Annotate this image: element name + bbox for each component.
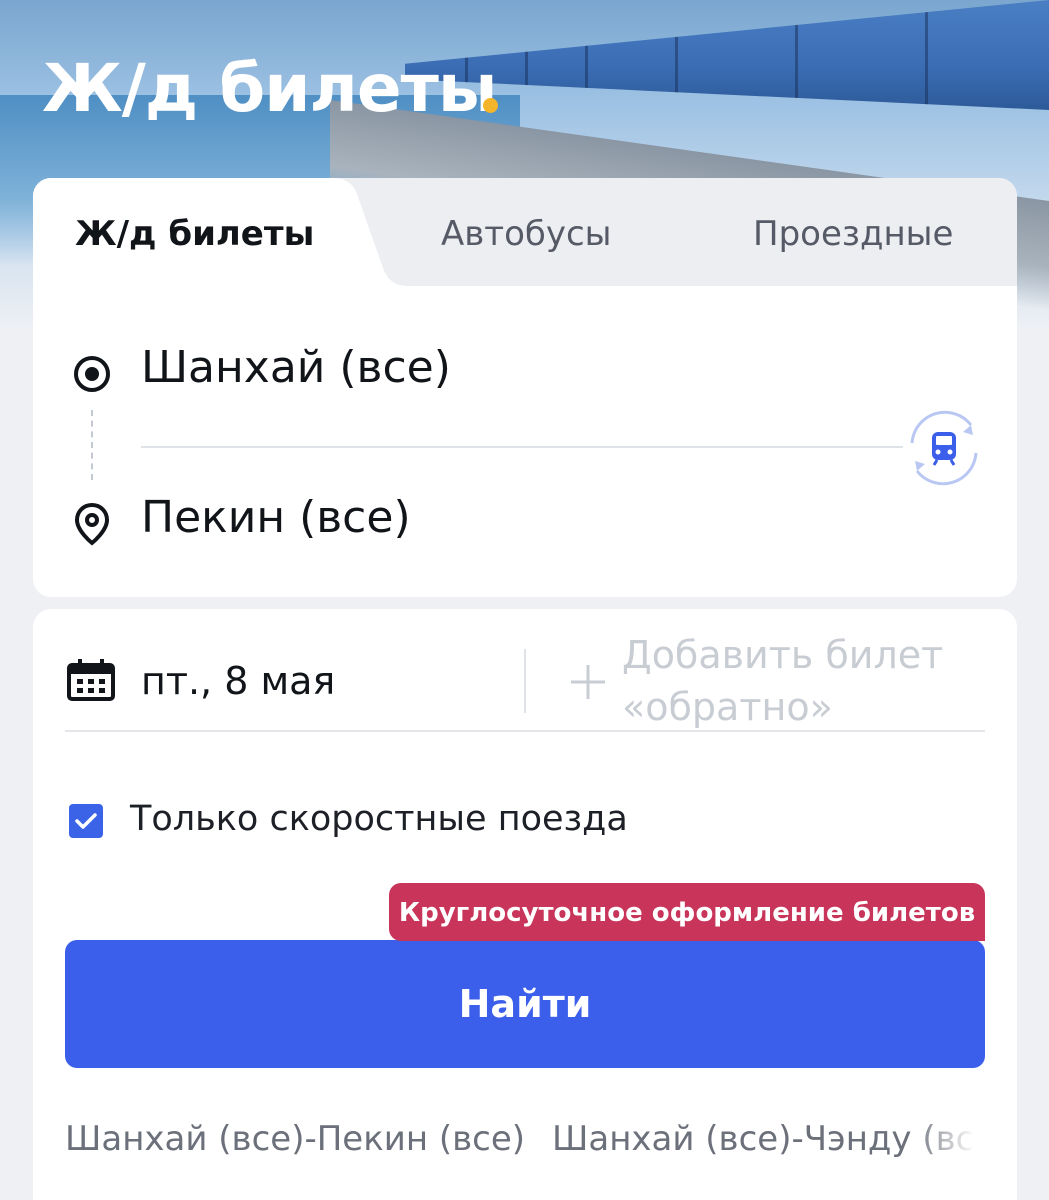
hero-train-image xyxy=(405,0,1049,110)
checkmark-icon xyxy=(75,813,97,829)
origin-target-icon xyxy=(74,356,110,392)
destination-station-field[interactable]: Пекин (все) xyxy=(33,488,1017,568)
calendar-icon xyxy=(67,659,115,701)
origin-station-field[interactable]: Шанхай (все) xyxy=(33,338,1017,418)
recent-search-item[interactable]: Шанхай (все)-Пекин (все) xyxy=(65,1119,525,1159)
departure-date[interactable]: пт., 8 мая xyxy=(141,659,335,703)
date-divider xyxy=(65,730,985,732)
search-button[interactable]: Найти xyxy=(65,940,985,1068)
high-speed-checkbox[interactable] xyxy=(69,804,103,838)
route-connector-line xyxy=(91,410,93,480)
tab-train-tickets[interactable]: Ж/д билеты xyxy=(75,178,314,286)
hero-title: Ж/д билеты xyxy=(42,50,498,127)
add-return-ticket[interactable]: Добавить билет «обратно» xyxy=(622,629,982,733)
promo-badge: Круглосуточное оформление билетов xyxy=(389,883,985,941)
hero-title-dot xyxy=(483,98,498,113)
destination-station-name: Пекин (все) xyxy=(141,492,411,543)
transport-tabs: Ж/д билеты Автобусы Проездные xyxy=(33,178,1017,286)
tab-passes[interactable]: Проездные xyxy=(753,178,953,286)
date-separator xyxy=(524,649,526,713)
location-pin-icon xyxy=(74,502,110,546)
origin-station-name: Шанхай (все) xyxy=(141,342,451,393)
route-divider xyxy=(141,446,903,448)
tab-buses[interactable]: Автобусы xyxy=(441,178,612,286)
swap-train-icon[interactable] xyxy=(901,405,987,491)
date-card: пт., 8 мая Добавить билет «обратно» Толь… xyxy=(33,609,1017,1200)
recent-search-item[interactable]: Шанхай (все)-Чэнду (все) xyxy=(552,1119,975,1159)
plus-icon[interactable] xyxy=(569,663,607,701)
route-card: Ж/д билеты Автобусы Проездные Шанхай (вс… xyxy=(33,178,1017,597)
high-speed-label[interactable]: Только скоростные поезда xyxy=(130,799,628,839)
